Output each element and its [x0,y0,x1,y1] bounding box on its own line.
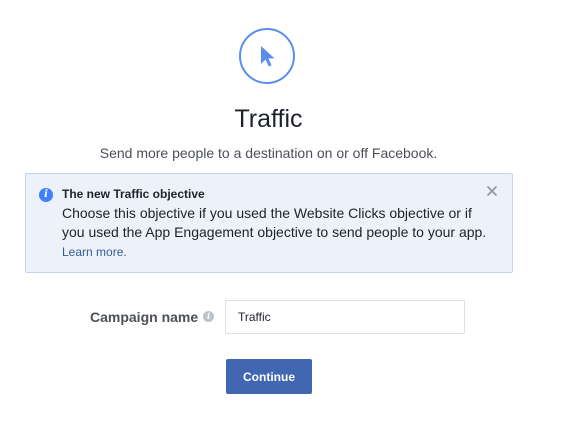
objective-title: Traffic [234,105,303,133]
cursor-arrow-icon [239,28,295,84]
close-icon[interactable] [484,183,500,199]
campaign-name-row: Campaign name i [0,300,561,334]
notice-title: The new Traffic objective [62,187,205,201]
close-glyph [487,186,497,196]
learn-more-link[interactable]: Learn more. [62,245,127,259]
notice-body: Choose this objective if you used the We… [62,204,492,262]
info-icon: i [39,188,53,202]
objective-subtitle: Send more people to a destination on or … [99,145,438,161]
notice-body-text: Choose this objective if you used the We… [62,205,487,240]
continue-button[interactable]: Continue [226,359,312,394]
cursor-arrow-glyph [261,46,275,67]
campaign-name-input[interactable] [225,300,465,334]
campaign-name-info-icon[interactable]: i [203,311,214,322]
create-campaign-page: Traffic Send more people to a destinatio… [0,0,561,440]
campaign-name-label: Campaign name [90,309,199,325]
objective-notice: i The new Traffic objective Choose this … [25,173,513,273]
